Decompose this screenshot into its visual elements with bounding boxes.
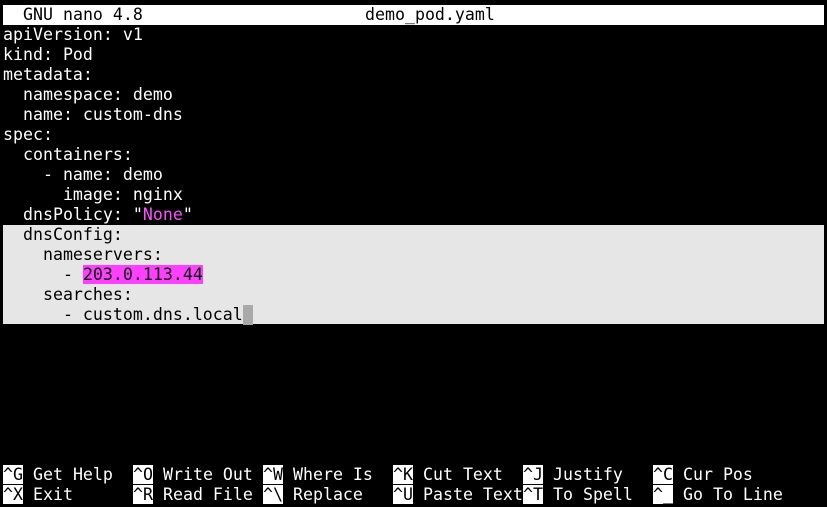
shortcut-key: ^X — [3, 485, 23, 504]
shortcut-key: ^K — [393, 465, 413, 484]
editor-line[interactable]: dnsPolicy: "None" — [3, 205, 193, 225]
shortcut-paste-text[interactable]: ^U Paste Text — [393, 485, 523, 505]
editor-line[interactable]: name: custom-dns — [3, 105, 183, 125]
shortcut-to-spell[interactable]: ^T To Spell — [523, 485, 633, 505]
editor-line[interactable]: dnsConfig: — [3, 225, 123, 245]
shortcut-label: Go To Line — [682, 485, 783, 504]
file-name: demo_pod.yaml — [365, 5, 495, 24]
editor-line[interactable]: apiVersion: v1 — [3, 25, 143, 45]
text-cursor — [242, 305, 253, 325]
shortcut-label: Cur Pos — [682, 465, 753, 484]
shortcut-exit[interactable]: ^X Exit — [3, 485, 73, 505]
shortcut-label: Exit — [32, 485, 73, 504]
shortcut-label: Where Is — [292, 465, 373, 484]
shortcut-key: ^R — [133, 485, 153, 504]
shortcut-label: Cut Text — [422, 465, 503, 484]
shortcut-write-out[interactable]: ^O Write Out — [133, 465, 253, 485]
shortcut-replace[interactable]: ^\ Replace — [263, 485, 363, 505]
shortcut-label: Read File — [162, 485, 253, 504]
search-domain: - custom.dns.local — [3, 305, 243, 324]
shortcut-key: ^U — [393, 485, 413, 504]
shortcut-where-is[interactable]: ^W Where Is — [263, 465, 373, 485]
editor-line[interactable]: nameservers: — [3, 245, 163, 265]
editor-line[interactable]: namespace: demo — [3, 85, 173, 105]
shortcut-key: ^J — [523, 465, 543, 484]
editor-line[interactable]: searches: — [3, 285, 133, 305]
shortcut-key: ^O — [133, 465, 153, 484]
nameserver-ip: 203.0.113.44 — [82, 265, 203, 284]
dns-policy-value: None — [142, 205, 183, 224]
shortcut-read-file[interactable]: ^R Read File — [133, 485, 253, 505]
shortcut-label: Write Out — [162, 465, 253, 484]
editor-line[interactable]: kind: Pod — [3, 45, 93, 65]
editor-line[interactable]: - name: demo — [3, 165, 163, 185]
editor-line[interactable]: - custom.dns.local — [3, 305, 253, 325]
editor-line[interactable]: - 203.0.113.44 — [3, 265, 203, 285]
shortcut-cur-pos[interactable]: ^C Cur Pos — [653, 465, 753, 485]
editor-line[interactable]: containers: — [3, 145, 133, 165]
shortcut-key: ^G — [3, 465, 23, 484]
title-bar: GNU nano 4.8 demo_pod.yaml — [3, 5, 824, 25]
editor-line[interactable]: spec: — [3, 125, 53, 145]
shortcut-justify[interactable]: ^J Justify — [523, 465, 623, 485]
dns-policy-quote: " — [182, 205, 193, 224]
shortcut-label: Justify — [552, 465, 623, 484]
shortcut-go-to-line[interactable]: ^_ Go To Line — [653, 485, 783, 505]
dns-policy-key: dnsPolicy: " — [3, 205, 143, 224]
shortcut-label: Get Help — [32, 465, 113, 484]
shortcut-label: Replace — [292, 485, 363, 504]
shortcut-cut-text[interactable]: ^K Cut Text — [393, 465, 503, 485]
shortcut-key: ^\ — [263, 485, 283, 504]
editor-line[interactable]: image: nginx — [3, 185, 183, 205]
shortcut-get-help[interactable]: ^G Get Help — [3, 465, 113, 485]
shortcut-key: ^T — [523, 485, 543, 504]
app-name: GNU nano 4.8 — [23, 5, 143, 24]
shortcut-key: ^W — [263, 465, 283, 484]
shortcut-label: Paste Text — [422, 485, 523, 504]
shortcut-key: ^C — [653, 465, 673, 484]
shortcut-label: To Spell — [552, 485, 633, 504]
editor-line[interactable]: metadata: — [3, 65, 93, 85]
nameserver-dash: - — [3, 265, 83, 284]
shortcut-key: ^_ — [653, 485, 673, 504]
